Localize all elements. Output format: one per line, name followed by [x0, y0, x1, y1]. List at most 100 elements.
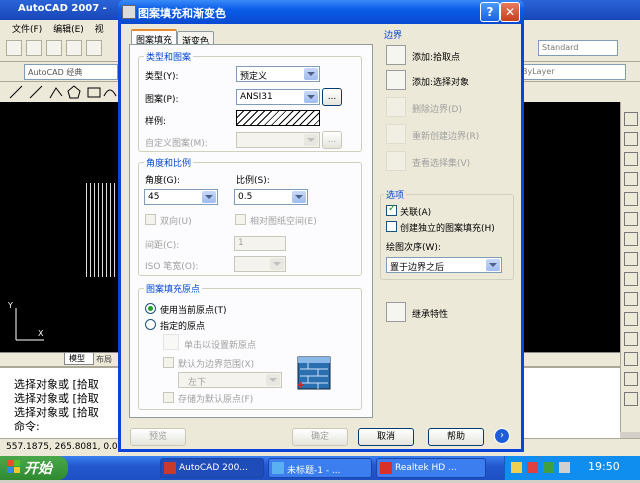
offset-icon[interactable] [624, 172, 638, 186]
ok-button[interactable]: 确定 [292, 428, 348, 446]
tray-icons[interactable] [505, 456, 585, 480]
tab-model[interactable]: 模型 [64, 353, 94, 365]
print-icon[interactable] [66, 40, 82, 56]
pattern-value: ANSI31 [240, 92, 273, 102]
store-default-checkbox[interactable] [163, 392, 174, 403]
chevron-down-icon [304, 134, 318, 146]
autocad-icon [164, 462, 176, 474]
stretch-icon[interactable] [624, 272, 638, 286]
paint-icon [272, 462, 284, 474]
tab-hatch[interactable]: 图案填充 [131, 29, 178, 46]
open-icon[interactable] [26, 40, 42, 56]
tab-layout[interactable]: 布局 [96, 354, 112, 365]
remove-boundary-button[interactable]: 删除边界(D) [412, 102, 462, 115]
move-icon[interactable] [624, 212, 638, 226]
cancel-button[interactable]: 取消 [358, 428, 414, 446]
pick-origin-icon[interactable] [163, 334, 179, 350]
extend-icon[interactable] [624, 312, 638, 326]
help-button[interactable]: 帮助 [428, 428, 484, 446]
angle-label: 角度(G): [145, 176, 181, 186]
spacing-input[interactable]: 1 [234, 236, 286, 251]
select-objects-icon[interactable] [386, 70, 406, 90]
scale-icon[interactable] [624, 252, 638, 266]
view-selection-button[interactable]: 查看选择集(V) [412, 156, 470, 169]
add-select-objects-button[interactable]: 添加:选择对象 [412, 75, 469, 88]
preview-icon[interactable] [86, 40, 102, 56]
draw-tool-icons[interactable] [0, 82, 118, 102]
mirror-icon[interactable] [624, 152, 638, 166]
iso-pen-label: ISO 笔宽(O): [145, 262, 199, 272]
sample-label: 样例: [145, 117, 167, 127]
custom-pattern-select[interactable] [236, 132, 320, 148]
trim-icon[interactable] [624, 292, 638, 306]
inherit-properties-icon[interactable] [386, 302, 406, 322]
break-icon[interactable] [624, 332, 638, 346]
pick-point-icon[interactable] [386, 45, 406, 65]
workspace-combo[interactable]: AutoCAD 经典 [24, 64, 118, 80]
rotate-icon[interactable] [624, 232, 638, 246]
preview-button[interactable]: 预览 [130, 428, 186, 446]
chevron-down-icon [304, 68, 318, 80]
more-options-icon[interactable]: › [494, 428, 510, 444]
extent-position-select[interactable]: 左下 [178, 372, 282, 388]
add-pick-point-button[interactable]: 添加:拾取点 [412, 50, 460, 63]
speaker-icon [380, 462, 392, 474]
recreate-boundary-icon[interactable] [386, 124, 406, 144]
tab-gradient[interactable]: 渐变色 [177, 31, 215, 47]
chevron-down-icon [266, 374, 280, 386]
taskbar-item-paint[interactable]: 未标题-1 - ... [268, 458, 372, 478]
independent-hatch-label: 创建独立的图案填充(H) [400, 224, 495, 234]
bylayer-combo[interactable]: ByLayer [518, 64, 626, 80]
inherit-properties-button[interactable]: 继承特性 [412, 307, 448, 320]
new-icon[interactable] [6, 40, 22, 56]
menu-view[interactable]: 视 [95, 25, 104, 35]
angle-value: 45 [148, 192, 160, 202]
recreate-boundary-button[interactable]: 重新创建边界(R) [412, 129, 479, 142]
chevron-down-icon [304, 91, 318, 103]
remove-boundary-icon[interactable] [386, 97, 406, 117]
iso-pen-select[interactable] [234, 256, 286, 272]
coordinate-readout: 557.1875, 265.8081, 0.00 [6, 442, 124, 452]
array-icon[interactable] [624, 192, 638, 206]
draw-order-select[interactable]: 置于边界之后 [386, 257, 502, 273]
specified-origin-radio[interactable] [145, 319, 156, 330]
taskbar-item-autocad[interactable]: AutoCAD 200... [160, 458, 264, 478]
double-checkbox[interactable] [145, 214, 156, 225]
chevron-down-icon [292, 191, 306, 203]
chevron-down-icon [486, 259, 500, 271]
taskbar-item-realtek[interactable]: Realtek HD ... [376, 458, 486, 478]
relative-paper-checkbox[interactable] [235, 214, 246, 225]
erase-icon[interactable] [624, 112, 638, 126]
windows-logo-icon [7, 460, 20, 473]
close-button[interactable]: ✕ [500, 2, 520, 22]
type-select[interactable]: 预定义 [236, 66, 320, 82]
chevron-down-icon [270, 258, 284, 270]
draw-order-value: 置于边界之后 [390, 263, 445, 273]
start-label: 开始 [24, 461, 52, 477]
svg-text:Y: Y [7, 301, 13, 310]
help-titlebar-button[interactable]: ? [480, 2, 500, 22]
explode-icon[interactable] [624, 392, 638, 406]
pattern-sample-swatch[interactable] [236, 110, 320, 126]
dialog-titlebar[interactable]: 图案填充和渐变色 [118, 0, 524, 24]
fillet-icon[interactable] [624, 372, 638, 386]
origin-title: 图案填充原点 [144, 282, 203, 295]
scale-select[interactable]: 0.5 [234, 189, 308, 205]
pattern-select[interactable]: ANSI31 [236, 89, 320, 105]
pattern-browse-button[interactable]: ... [322, 88, 342, 106]
associative-checkbox[interactable] [386, 203, 397, 216]
custom-browse-button[interactable]: ... [322, 131, 342, 149]
menu-edit[interactable]: 编辑(E) [53, 25, 84, 35]
use-current-origin-radio[interactable] [145, 303, 156, 314]
spacing-label: 间距(C): [145, 241, 180, 251]
chamfer-icon[interactable] [624, 352, 638, 366]
magnifier-icon[interactable] [386, 151, 406, 171]
independent-hatch-checkbox[interactable] [386, 221, 397, 232]
default-extent-checkbox[interactable] [163, 357, 174, 368]
copy-icon[interactable] [624, 132, 638, 146]
menu-file[interactable]: 文件(F) [12, 25, 42, 35]
relative-paper-label: 相对图纸空间(E) [250, 217, 317, 227]
angle-select[interactable]: 45 [144, 189, 218, 205]
text-style-combo[interactable]: Standard [538, 40, 618, 56]
save-icon[interactable] [46, 40, 62, 56]
